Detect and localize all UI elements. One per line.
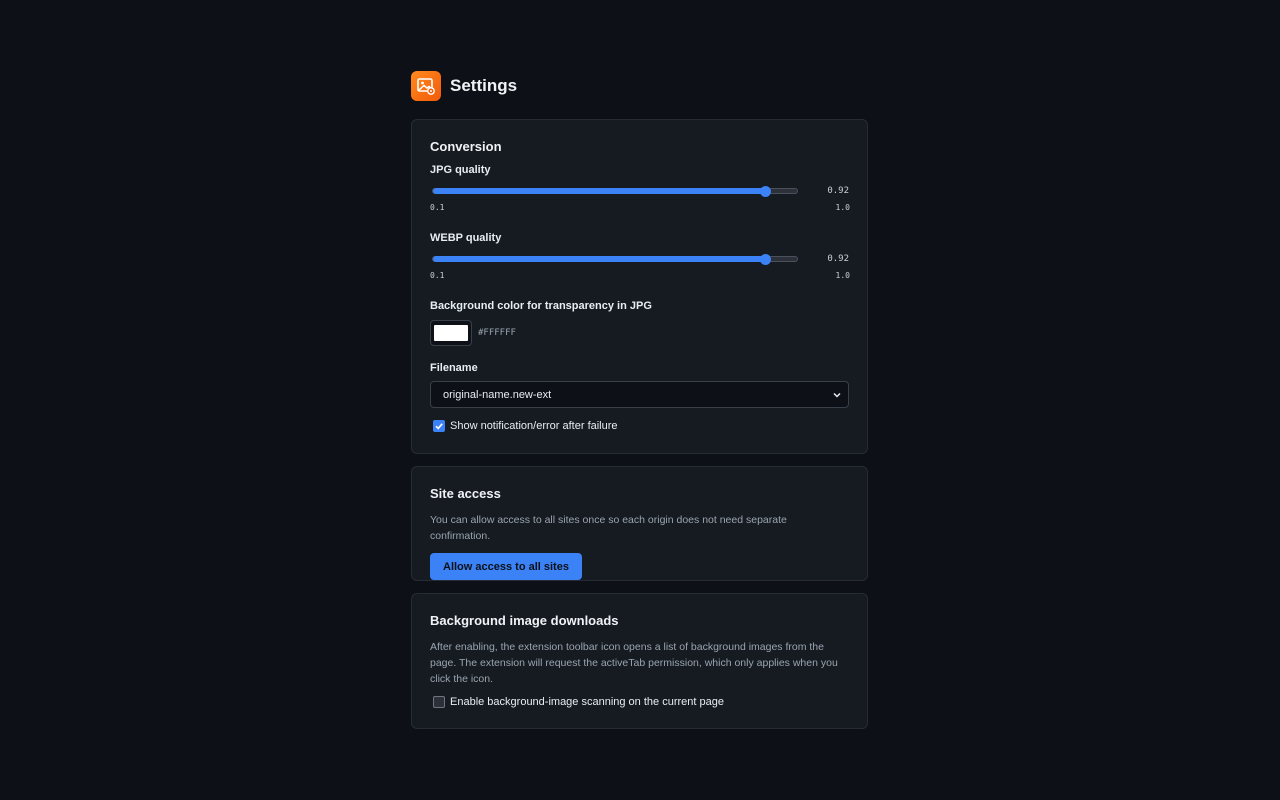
- webp-quality-slider[interactable]: [432, 253, 798, 265]
- webp-quality-label: WEBP quality: [430, 232, 502, 244]
- webp-quality-min: 0.1: [430, 271, 445, 280]
- jpg-quality-slider[interactable]: [432, 185, 798, 197]
- site-access-title: Site access: [430, 486, 501, 501]
- jpg-quality-min: 0.1: [430, 203, 445, 212]
- filename-field: Filename original-name.new-ext: [430, 362, 849, 408]
- webp-quality-scale: 0.1 1.0: [430, 271, 850, 280]
- site-access-card: Site access You can allow access to all …: [411, 466, 868, 581]
- webp-quality-slider-thumb[interactable]: [759, 253, 771, 265]
- chevron-down-icon: [833, 392, 841, 398]
- jpg-quality-slider-thumb[interactable]: [759, 185, 771, 197]
- bg-downloads-title: Background image downloads: [430, 613, 619, 628]
- webp-quality-slider-fill: [433, 256, 765, 262]
- bg-color-picker[interactable]: [430, 320, 472, 346]
- allow-all-sites-button[interactable]: Allow access to all sites: [430, 553, 582, 580]
- bg-downloads-card: Background image downloads After enablin…: [411, 593, 868, 729]
- bg-downloads-description: After enabling, the extension toolbar ic…: [430, 641, 838, 685]
- notify-label: Show notification/error after failure: [450, 420, 618, 432]
- conversion-card: Conversion JPG quality 0.92 0.1 1.0 WEBP…: [411, 119, 868, 454]
- jpg-quality-label: JPG quality: [430, 164, 491, 176]
- bg-color-swatch: [434, 325, 468, 341]
- notify-row: Show notification/error after failure: [430, 420, 849, 432]
- settings-page: Settings Conversion JPG quality 0.92 0.1…: [411, 70, 868, 741]
- checkmark-icon: [435, 423, 443, 430]
- webp-quality-value: 0.92: [827, 254, 849, 264]
- jpg-quality-max: 1.0: [835, 203, 850, 212]
- webp-quality-max: 1.0: [835, 271, 850, 280]
- bg-color-field: Background color for transparency in JPG…: [430, 300, 849, 346]
- notify-checkbox[interactable]: [433, 420, 445, 432]
- image-gear-icon: [411, 70, 441, 101]
- jpg-quality-slider-fill: [433, 188, 765, 194]
- filename-select[interactable]: original-name.new-ext: [430, 381, 849, 408]
- page-header: Settings: [411, 70, 868, 101]
- bg-color-row: #FFFFFF: [430, 320, 849, 346]
- jpg-quality-value: 0.92: [827, 186, 849, 196]
- jpg-quality-field: JPG quality 0.92 0.1 1.0: [430, 164, 850, 212]
- bg-scan-checkbox[interactable]: [433, 696, 445, 708]
- page-title: Settings: [450, 75, 518, 95]
- jpg-quality-slider-row: 0.92: [430, 184, 849, 198]
- site-access-description: You can allow access to all sites once s…: [430, 514, 787, 542]
- bg-scan-label: Enable background-image scanning on the …: [450, 696, 724, 708]
- filename-selected: original-name.new-ext: [443, 388, 552, 401]
- conversion-title: Conversion: [430, 139, 502, 154]
- webp-quality-field: WEBP quality 0.92 0.1 1.0: [430, 232, 850, 280]
- filename-label: Filename: [430, 362, 478, 374]
- jpg-quality-scale: 0.1 1.0: [430, 203, 850, 212]
- bg-color-hex: #FFFFFF: [478, 328, 516, 338]
- bg-scan-row: Enable background-image scanning on the …: [430, 696, 849, 708]
- webp-quality-slider-row: 0.92: [430, 252, 849, 266]
- bg-color-label: Background color for transparency in JPG: [430, 300, 652, 312]
